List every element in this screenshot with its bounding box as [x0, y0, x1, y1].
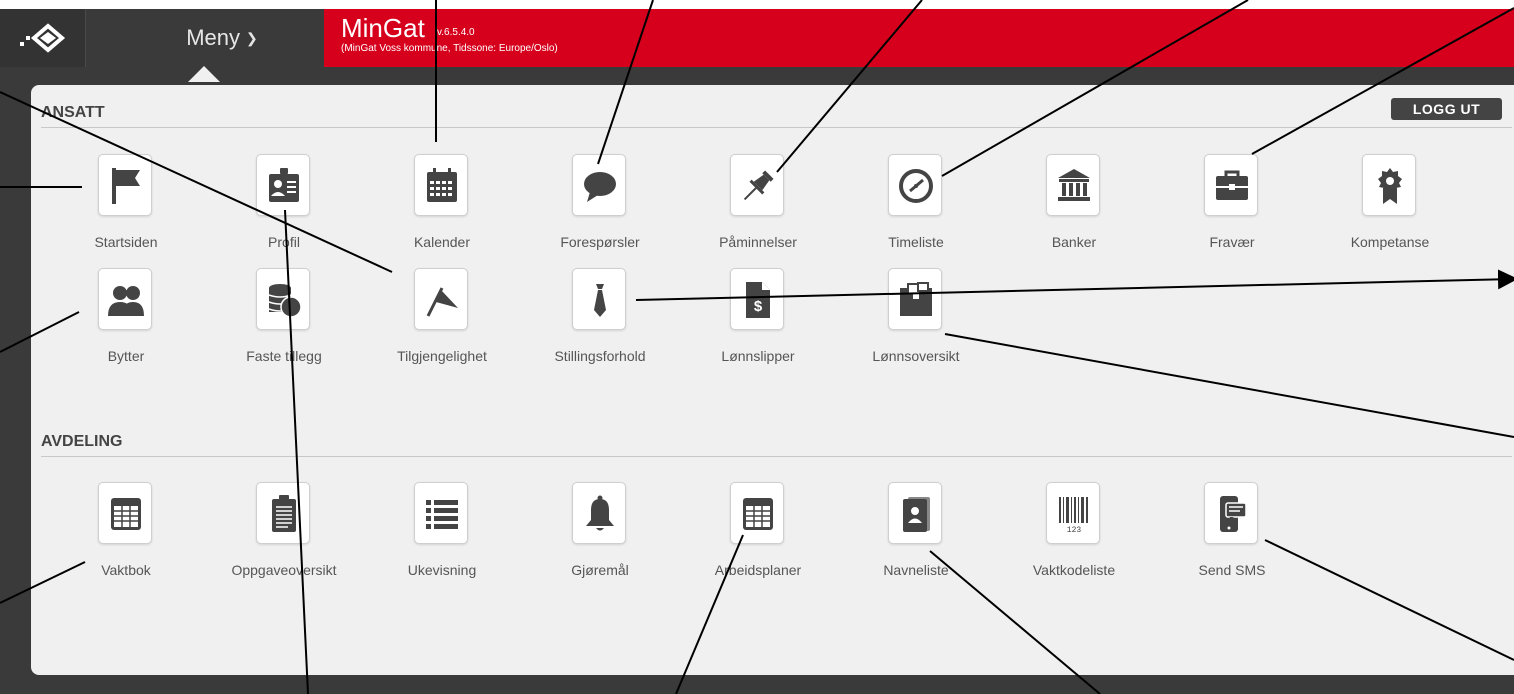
menu-item-label: Vaktbok — [101, 562, 151, 578]
menu-item-paminnelser[interactable]: Påminnelser — [679, 154, 837, 264]
divider — [41, 127, 1512, 128]
menu-item-banker[interactable]: Banker — [995, 154, 1153, 264]
briefcase-icon — [1216, 170, 1248, 200]
users-icon — [108, 286, 144, 316]
menu-item-fravaer[interactable]: Fravær — [1153, 154, 1311, 264]
menu-item-label: Profil — [268, 234, 300, 250]
menu-item-label: Lønnslipper — [721, 348, 795, 364]
chevron-down-icon: ❯ — [246, 30, 258, 46]
menu-item-label: Gjøremål — [571, 562, 629, 578]
menu-item-ukevisning[interactable]: Ukevisning — [363, 482, 521, 592]
dollar-document-icon: $ — [746, 282, 770, 318]
logo-icon — [20, 23, 66, 53]
contact-book-icon — [903, 497, 930, 532]
menu-item-label: Fravær — [1209, 234, 1255, 250]
menu-item-label: Påminnelser — [719, 234, 797, 250]
menu-item-label: Arbeidsplaner — [714, 562, 802, 578]
calendar-icon — [427, 168, 457, 202]
menu-item-label: Faste tillegg — [246, 348, 322, 364]
menu-item-label: Vaktkodeliste — [1032, 562, 1116, 578]
menu-item-send-sms[interactable]: Send SMS — [1153, 482, 1311, 592]
menu-item-foresporsler[interactable]: Forespørsler — [521, 154, 679, 264]
menu-item-bytter[interactable]: Bytter — [47, 268, 205, 378]
archive-box-icon — [900, 282, 932, 316]
tie-icon — [594, 284, 606, 317]
menu-item-kompetanse[interactable]: Kompetanse — [1311, 154, 1469, 264]
svg-text:$: $ — [754, 298, 763, 315]
menu-item-label: Forespørsler — [560, 234, 640, 250]
menu-caret — [188, 66, 220, 82]
menu-item-timeliste[interactable]: Timeliste — [837, 154, 995, 264]
menu-item-label: Navneliste — [883, 562, 949, 578]
table-icon — [743, 498, 773, 530]
menu-item-label: Bytter — [107, 348, 145, 364]
svg-text:123: 123 — [1067, 526, 1082, 534]
mobile-message-icon — [1220, 496, 1247, 532]
menu-item-label: Send SMS — [1198, 562, 1266, 578]
app-version: v.6.5.4.0 — [437, 27, 475, 38]
menu-item-navneliste[interactable]: Navneliste — [837, 482, 995, 592]
menu-item-vaktkodeliste[interactable]: 123 Vaktkodeliste — [995, 482, 1153, 592]
menu-item-label: Ukevisning — [407, 562, 477, 578]
menu-item-tilgjengelighet[interactable]: Tilgjengelighet — [363, 268, 521, 378]
flag-icon — [112, 168, 140, 204]
menu-item-lonnsoversikt[interactable]: Lønnsoversikt — [837, 268, 995, 378]
menu-item-kalender[interactable]: Kalender — [363, 154, 521, 264]
menu-item-label: Kompetanse — [1350, 234, 1430, 250]
menu-item-label: Tilgjengelighet — [397, 348, 487, 364]
menu-item-profil[interactable]: Profil — [205, 154, 363, 264]
menu-item-startsiden[interactable]: Startsiden — [47, 154, 205, 264]
menu-label: Meny — [186, 25, 241, 50]
menu-button[interactable]: Meny ❯ — [86, 9, 324, 67]
app-name: MinGat — [341, 13, 425, 43]
clock-icon — [899, 169, 933, 203]
divider — [41, 456, 1512, 457]
section-title-ansatt: ANSATT — [41, 104, 105, 121]
app-header — [324, 9, 1514, 67]
menu-item-label: Startsiden — [94, 234, 158, 250]
table-icon — [111, 498, 141, 530]
list-icon — [426, 500, 458, 529]
flag-pennant-icon — [426, 287, 458, 317]
menu-item-label: Stillingsforhold — [554, 348, 646, 364]
certificate-icon — [1378, 168, 1402, 204]
bell-icon — [586, 495, 614, 531]
menu-item-label: Lønnsoversikt — [872, 348, 960, 364]
bank-icon — [1058, 169, 1090, 201]
home-logo-button[interactable] — [0, 9, 86, 67]
menu-item-vaktbok[interactable]: Vaktbok — [47, 482, 205, 592]
pushpin-icon — [743, 170, 774, 201]
id-badge-icon — [269, 168, 299, 202]
menu-item-arbeidsplaner[interactable]: Arbeidsplaner — [679, 482, 837, 592]
clipboard-icon — [272, 495, 296, 532]
barcode-icon: 123 — [1059, 497, 1088, 534]
menu-item-oppgaveoversikt[interactable]: Oppgaveoversikt — [205, 482, 363, 592]
logout-button[interactable]: LOGG UT — [1391, 98, 1502, 120]
section-title-avdeling: AVDELING — [41, 433, 123, 450]
menu-item-label: Kalender — [413, 234, 471, 250]
menu-item-label: Banker — [1051, 234, 1097, 250]
speech-bubble-icon — [584, 172, 616, 202]
menu-item-stillingsforhold[interactable]: Stillingsforhold — [521, 268, 679, 378]
menu-item-lonnslipper[interactable]: $ Lønnslipper — [679, 268, 837, 378]
menu-item-label: Timeliste — [888, 234, 944, 250]
menu-item-gjoremal[interactable]: Gjøremål — [521, 482, 679, 592]
app-subtitle: (MinGat Voss kommune, Tidssone: Europe/O… — [341, 43, 558, 54]
menu-item-faste-tillegg[interactable]: Faste tillegg — [205, 268, 363, 378]
coins-icon — [268, 284, 302, 318]
menu-item-label: Oppgaveoversikt — [231, 562, 337, 578]
